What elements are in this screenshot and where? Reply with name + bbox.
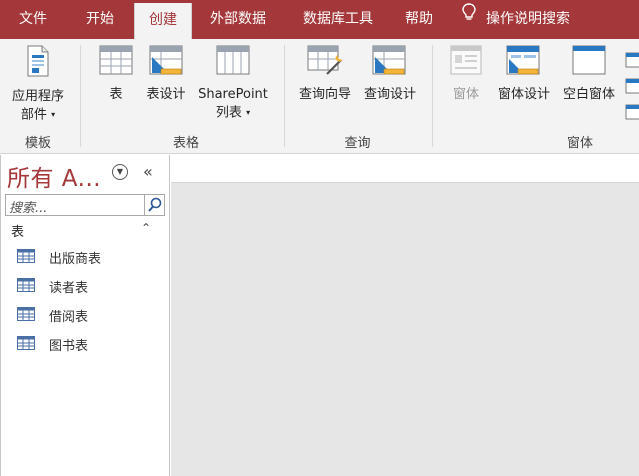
document-tab-strip [171, 155, 639, 183]
sharepoint-list-button[interactable]: SharePoint 列表 ▾ [194, 45, 272, 123]
ribbon-tab-bar: 文件 开始 创建 外部数据 数据库工具 帮助 操作说明搜索 [0, 0, 639, 39]
lightbulb-icon [462, 0, 476, 37]
tell-me-label: 操作说明搜索 [486, 11, 570, 27]
query-wizard-button[interactable]: 查询向导 [294, 45, 356, 104]
application-parts-button[interactable]: 应用程序 部件 ▾ [6, 45, 70, 125]
table-design-icon [143, 45, 189, 81]
search-input[interactable]: 搜索... [9, 197, 47, 216]
form-button[interactable]: 窗体 [446, 45, 486, 104]
tab-external-data[interactable]: 外部数据 [198, 0, 278, 39]
table-icon [17, 307, 35, 325]
workspace [171, 155, 639, 476]
blank-form-label: 空白窗体 [562, 87, 615, 102]
search-icon[interactable] [144, 195, 164, 215]
application-parts-label-2: 部件 [20, 107, 47, 123]
query-wizard-icon [294, 45, 356, 81]
query-design-button[interactable]: 查询设计 [359, 45, 421, 104]
tab-create[interactable]: 创建 [134, 3, 192, 39]
table-name: 读者表 [49, 281, 89, 296]
ribbon: 应用程序 部件 ▾ 模板 表 表设计 SharePoint 列表 ▾ 表格 查询… [0, 39, 639, 154]
table-name: 图书表 [49, 339, 89, 354]
tab-help[interactable]: 帮助 [394, 0, 444, 39]
query-design-icon [359, 45, 421, 81]
table-icon [98, 45, 134, 81]
table-icon [17, 278, 35, 296]
table-icon [17, 336, 35, 354]
group-divider [80, 45, 81, 147]
nav-pane-title[interactable]: 所有 A... [7, 159, 101, 193]
application-parts-icon [6, 45, 70, 83]
tab-file[interactable]: 文件 [0, 0, 66, 39]
table-design-button[interactable]: 表设计 [143, 45, 189, 104]
collapse-icon[interactable]: « [143, 162, 153, 181]
chevron-down-icon[interactable]: ▼ [112, 164, 128, 180]
tab-home[interactable]: 开始 [72, 0, 128, 39]
chevron-down-icon: ▾ [51, 110, 56, 119]
nav-search-box[interactable]: 搜索... [5, 194, 165, 216]
table-name: 出版商表 [49, 252, 102, 267]
form-design-icon [493, 45, 555, 81]
query-wizard-label: 查询向导 [298, 87, 351, 102]
table-name: 借阅表 [49, 310, 89, 325]
tab-database-tools[interactable]: 数据库工具 [288, 0, 388, 39]
group-label-forms: 窗体 [566, 136, 593, 151]
group-label-templates: 模板 [24, 136, 51, 151]
application-parts-label: 应用程序 [11, 89, 64, 104]
blank-form-button[interactable]: 空白窗体 [558, 45, 620, 104]
form-icon [446, 45, 486, 81]
group-label-queries: 查询 [344, 136, 371, 151]
sharepoint-list-icon [194, 45, 272, 81]
sharepoint-list-label-2: 列表 [215, 105, 242, 121]
navigation-pane: 所有 A... ▼ « 搜索... 表 ⌃ 出版商表 读者表 借阅表 图书表 [0, 155, 170, 476]
table-label: 表 [109, 87, 123, 102]
query-design-label: 查询设计 [363, 87, 416, 102]
form-design-label: 窗体设计 [497, 87, 550, 102]
table-icon [17, 249, 35, 267]
tell-me-search[interactable]: 操作说明搜索 [462, 0, 612, 39]
table-button[interactable]: 表 [98, 45, 134, 104]
collapse-category-icon[interactable]: ⌃ [141, 221, 151, 235]
nav-category-tables[interactable]: 表 [11, 221, 24, 240]
group-divider [432, 45, 433, 147]
group-divider [284, 45, 285, 147]
group-label-tables: 表格 [172, 136, 199, 151]
blank-form-icon [558, 45, 620, 81]
sharepoint-list-label: SharePoint [198, 87, 268, 102]
more-form-options[interactable] [624, 47, 639, 127]
chevron-down-icon: ▾ [246, 108, 251, 117]
form-label: 窗体 [452, 87, 479, 102]
table-design-label: 表设计 [146, 87, 186, 102]
form-design-button[interactable]: 窗体设计 [493, 45, 555, 104]
